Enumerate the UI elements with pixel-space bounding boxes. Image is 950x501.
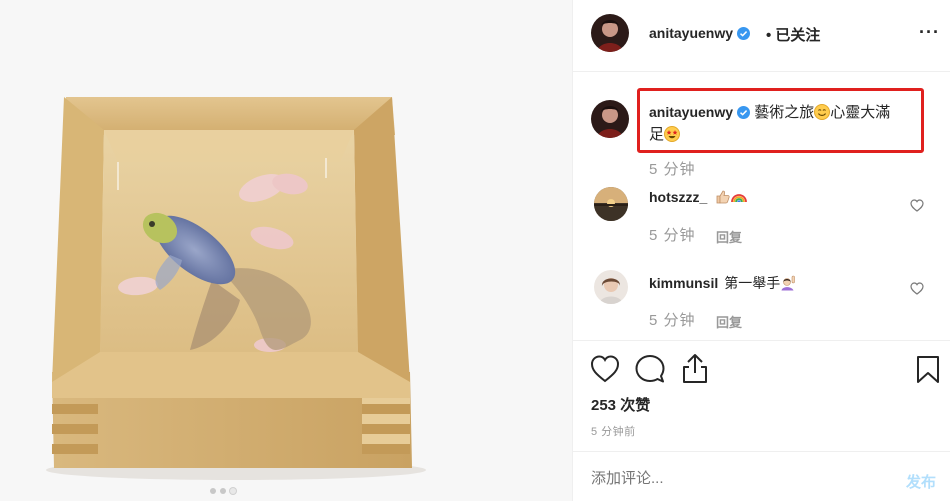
- commenter-avatar[interactable]: [594, 270, 628, 304]
- resin-art-image: [0, 0, 572, 501]
- post-timestamp: 5 分钟前: [591, 426, 636, 438]
- comment-time: 5 分钟: [649, 227, 696, 244]
- reply-button[interactable]: 回复: [716, 312, 742, 331]
- caption-username[interactable]: anitayuenwy: [649, 104, 733, 120]
- share-icon[interactable]: [681, 353, 709, 384]
- carousel-dot-active[interactable]: [230, 488, 236, 494]
- thumbs-up-emoji-icon: [716, 190, 730, 204]
- comment-bubble-icon[interactable]: [635, 354, 665, 384]
- star-struck-emoji-icon: [664, 126, 681, 142]
- follow-state[interactable]: • 已关注: [766, 24, 820, 45]
- publish-button[interactable]: 发布: [906, 471, 936, 492]
- post-caption: anitayuenwy 藝術之旅 心靈大滿足: [649, 101, 919, 146]
- verified-badge-icon: [737, 106, 751, 119]
- commenter-avatar[interactable]: [594, 187, 628, 221]
- carousel-dot[interactable]: [210, 488, 216, 494]
- heart-icon[interactable]: [590, 355, 620, 383]
- rainbow-emoji-icon: [731, 194, 748, 203]
- smiling-face-emoji-icon: [814, 104, 831, 120]
- add-comment-input[interactable]: [591, 470, 891, 487]
- comment-username[interactable]: kimmunsil 第一舉手: [649, 273, 796, 293]
- person-raising-hand-emoji-icon: [781, 275, 796, 291]
- caption-author-avatar[interactable]: [591, 100, 629, 138]
- carousel-dots: [210, 488, 236, 494]
- bookmark-icon[interactable]: [916, 355, 940, 384]
- caption-time: 5 分钟: [649, 161, 696, 178]
- comment-text: 第一舉手: [724, 275, 781, 291]
- like-count[interactable]: 253 次赞: [591, 394, 650, 415]
- divider: [573, 451, 950, 452]
- more-options-button[interactable]: ···: [919, 22, 940, 43]
- reply-button[interactable]: 回复: [716, 227, 742, 246]
- comment-time: 5 分钟: [649, 312, 696, 329]
- like-comment-heart-icon[interactable]: [910, 199, 924, 212]
- verified-badge-icon: [737, 27, 751, 40]
- author-avatar[interactable]: [591, 14, 629, 52]
- post-media[interactable]: [0, 0, 572, 501]
- post-side-panel: anitayuenwy • 已关注 ··· anitayuenwy 藝術之旅 心靈…: [572, 0, 950, 501]
- carousel-dot[interactable]: [220, 488, 226, 494]
- like-comment-heart-icon[interactable]: [910, 282, 924, 295]
- author-username[interactable]: anitayuenwy: [649, 25, 751, 41]
- post-header: anitayuenwy • 已关注 ···: [573, 0, 950, 72]
- divider: [573, 340, 950, 341]
- comment-username[interactable]: hotszzz_: [649, 189, 748, 205]
